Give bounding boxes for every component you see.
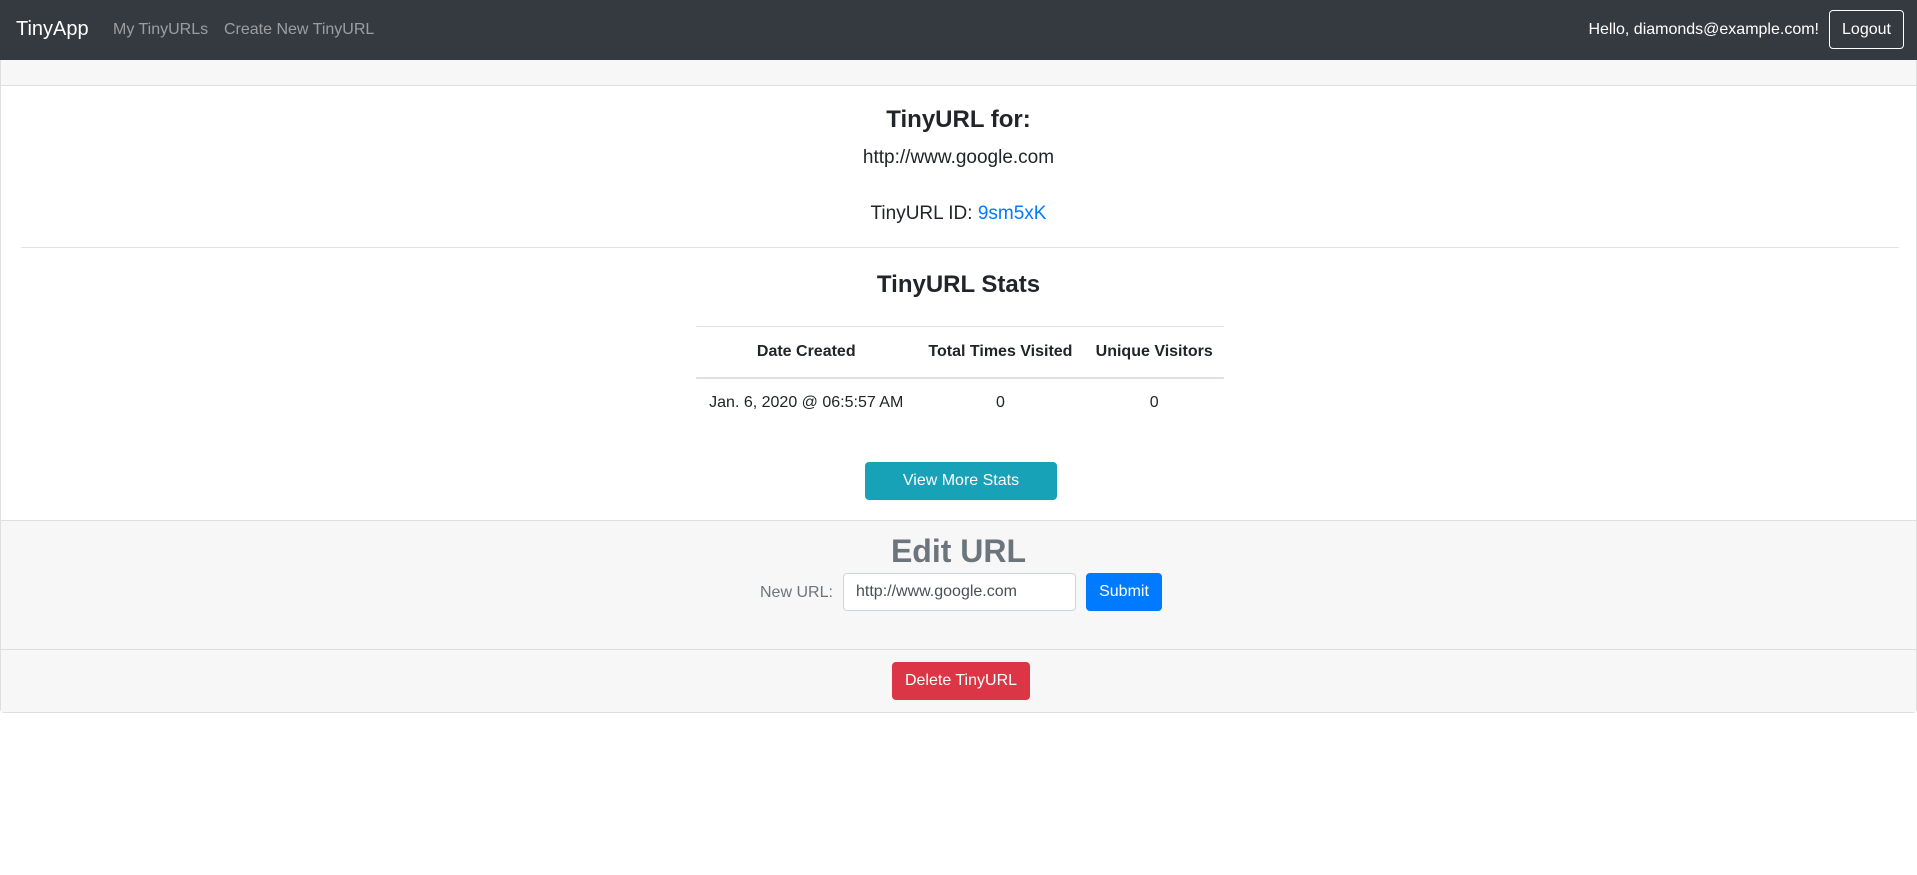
edit-url-title: Edit URL (890, 533, 1027, 569)
table-row: Jan. 6, 2020 @ 06:5:57 AM 0 0 (696, 378, 1224, 427)
delete-tinyurl-button[interactable]: Delete TinyURL (892, 662, 1030, 700)
column-header-unique-visitors: Unique Visitors (1084, 326, 1224, 379)
logout-button[interactable]: Logout (1829, 10, 1904, 49)
stats-table: Date Created Total Times Visited Unique … (696, 326, 1224, 427)
tinyurl-for-heading: TinyURL for: (886, 106, 1031, 133)
edit-url-section: Edit URL New URL: Submit (1, 520, 1916, 650)
nav-link-create-tinyurl[interactable]: Create New TinyURL (224, 20, 374, 40)
top-navbar: TinyApp My TinyURLs Create New TinyURL H… (0, 0, 1917, 60)
user-greeting: Hello, diamonds@example.com! (1588, 21, 1819, 38)
stats-header-row: Date Created Total Times Visited Unique … (696, 326, 1224, 379)
cell-total-visits: 0 (995, 393, 1005, 411)
column-header-total-visits: Total Times Visited (916, 326, 1085, 379)
tinyurl-id-label: TinyURL ID: (870, 203, 973, 224)
long-url-text: http://www.google.com (862, 147, 1055, 168)
stats-title: TinyURL Stats (876, 271, 1041, 298)
column-header-date-created: Date Created (696, 326, 917, 379)
section-divider (21, 247, 1899, 248)
new-url-label: New URL: (760, 584, 833, 601)
card-header (1, 60, 1916, 86)
nav-link-my-tinyurls[interactable]: My TinyURLs (113, 20, 208, 40)
new-url-input[interactable] (843, 573, 1076, 611)
submit-button[interactable]: Submit (1086, 573, 1162, 611)
view-more-stats-button[interactable]: View More Stats (865, 462, 1057, 500)
cell-unique-visitors: 0 (1149, 393, 1159, 411)
cell-date-created: Jan. 6, 2020 @ 06:5:57 AM (709, 393, 904, 411)
url-detail-card: TinyURL for: http://www.google.com TinyU… (0, 60, 1917, 713)
tinyurl-id-line: TinyURL ID: 9sm5xK (1, 202, 1916, 226)
tinyurl-id-link[interactable]: 9sm5xK (978, 203, 1047, 224)
brand-link[interactable]: TinyApp (16, 17, 89, 41)
card-footer: Delete TinyURL (1, 650, 1916, 712)
